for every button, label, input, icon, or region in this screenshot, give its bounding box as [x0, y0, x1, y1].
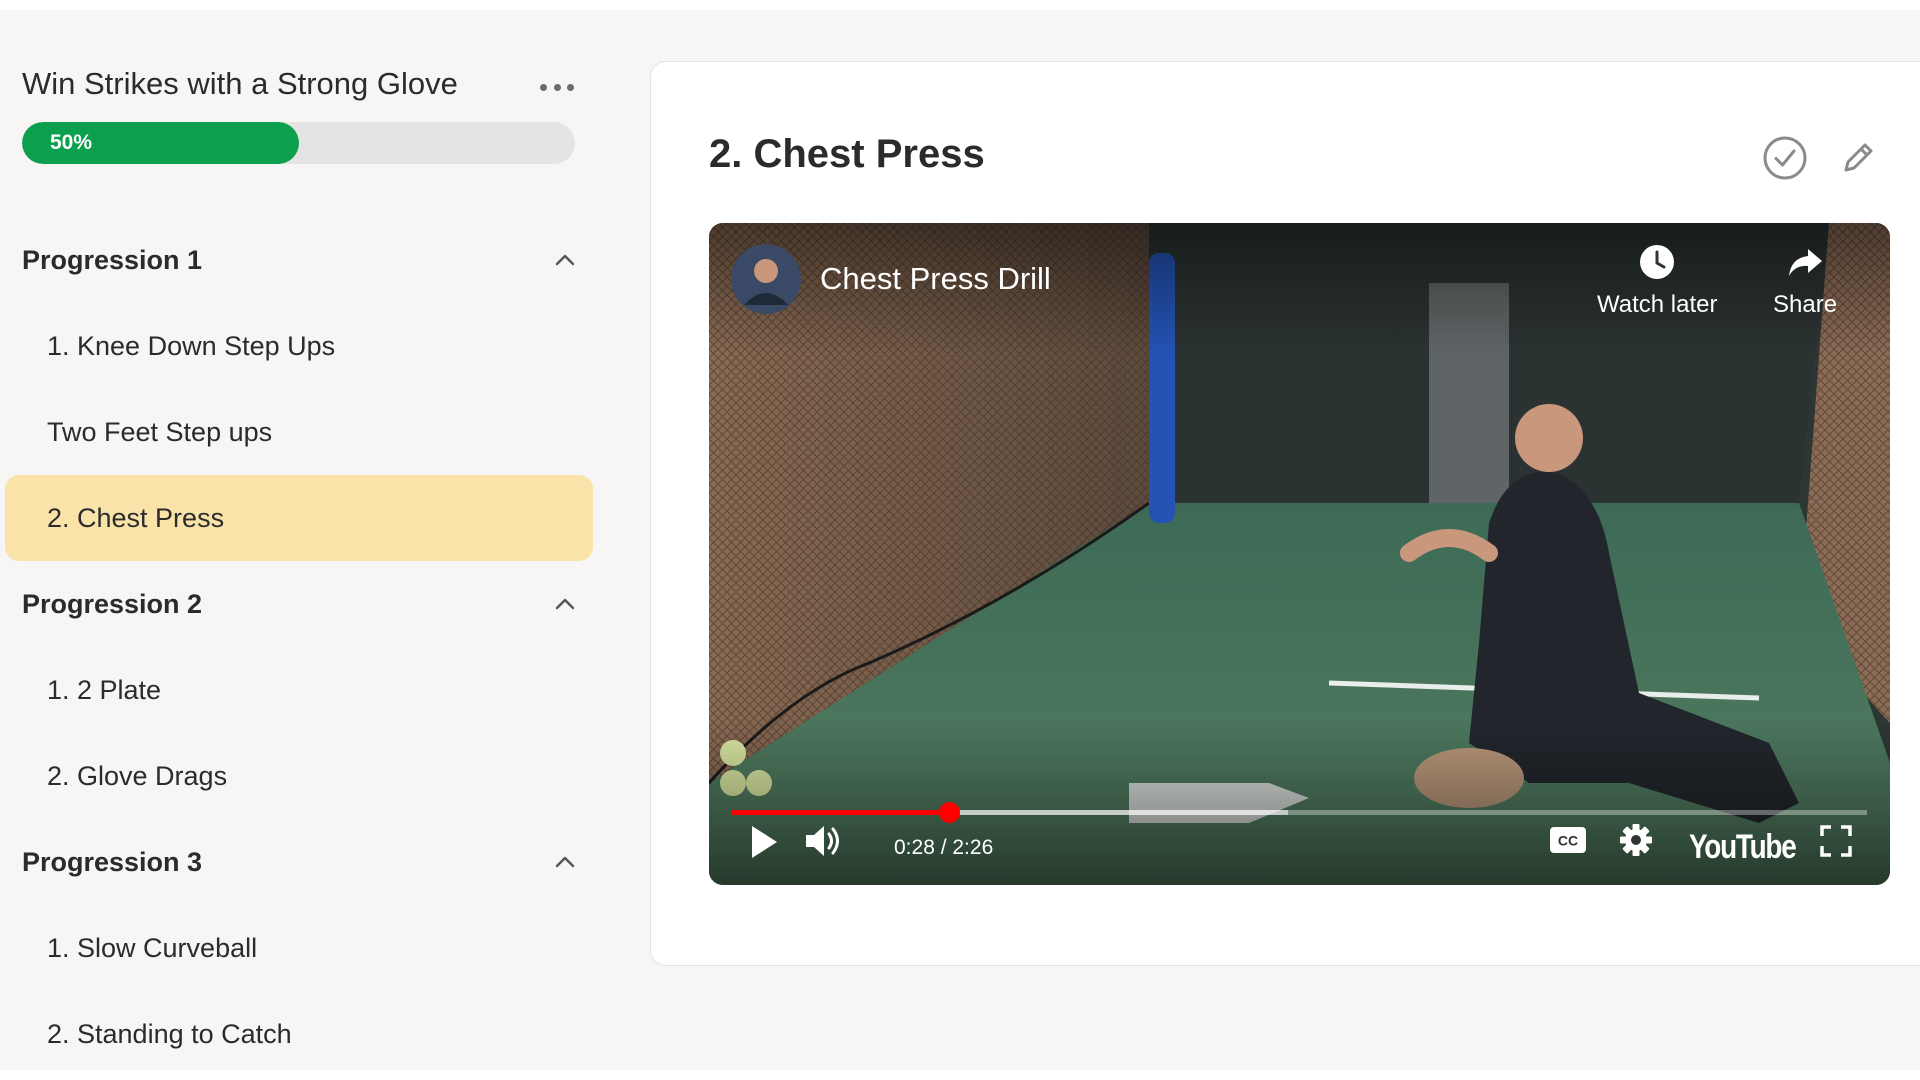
clock-icon [1640, 245, 1675, 279]
lesson-item[interactable]: 1. Knee Down Step Ups [5, 303, 593, 389]
video-frame [709, 223, 1890, 885]
course-progress-fill: 50% [22, 122, 299, 164]
course-sidebar: Win Strikes with a Strong Glove 50% Prog… [0, 10, 600, 1070]
course-progress-label: 50% [50, 131, 93, 154]
section-title: Progression 2 [22, 588, 203, 619]
closed-captions-icon[interactable]: CC [1549, 826, 1587, 854]
lesson-item[interactable]: 1. 2 Plate [5, 647, 593, 733]
watch-later-label: Watch later [1597, 291, 1718, 318]
share-label: Share [1773, 291, 1838, 318]
course-title: Win Strikes with a Strong Glove [22, 66, 458, 101]
video-progress-bar[interactable] [731, 802, 1867, 823]
lesson-title: 2. Chest Press [709, 132, 985, 176]
lesson-item-active[interactable]: 2. Chest Press [5, 475, 593, 561]
settings-gear-icon[interactable] [1619, 823, 1653, 857]
lesson-label: Two Feet Step ups [47, 416, 273, 447]
lesson-label: 1. 2 Plate [47, 674, 162, 705]
course-player: Win Strikes with a Strong Glove 50% Prog… [0, 10, 1920, 1070]
share-button[interactable]: Share [1773, 243, 1837, 319]
lesson-item[interactable]: 2. Standing to Catch [5, 991, 593, 1077]
scrub-handle[interactable] [939, 802, 961, 823]
section-title: Progression 3 [22, 846, 203, 877]
video-player[interactable]: Chest Press Drill Watch later Share 0:28… [709, 223, 1890, 885]
lesson-label: 1. Knee Down Step Ups [47, 330, 336, 361]
pencil-icon[interactable] [1836, 136, 1880, 180]
lesson-item[interactable]: Two Feet Step ups [5, 389, 593, 475]
chevron-up-icon[interactable] [553, 592, 577, 616]
section-header-progression-1[interactable]: Progression 1 [22, 240, 577, 280]
svg-text:CC: CC [1558, 833, 1578, 849]
video-time: 0:28 / 2:26 [894, 836, 994, 859]
lesson-panel: 2. Chest Press Chest Press Drill Watch l… [650, 61, 1920, 966]
lesson-label: 2. Glove Drags [47, 760, 228, 791]
lesson-label: 2. Standing to Catch [47, 1018, 292, 1049]
play-icon[interactable] [749, 824, 779, 860]
lesson-label: 2. Chest Press [47, 502, 225, 533]
section-title: Progression 1 [22, 244, 203, 275]
lesson-item[interactable]: 1. Slow Curveball [5, 905, 593, 991]
course-progress-bar: 50% [22, 122, 575, 164]
section-header-progression-2[interactable]: Progression 2 [22, 584, 577, 624]
lesson-item[interactable]: 2. Glove Drags [5, 733, 593, 819]
section-header-progression-3[interactable]: Progression 3 [22, 842, 577, 882]
video-title[interactable]: Chest Press Drill [820, 261, 1051, 297]
chevron-up-icon[interactable] [553, 248, 577, 272]
chevron-up-icon[interactable] [553, 850, 577, 874]
lesson-label: 1. Slow Curveball [47, 932, 258, 963]
played-bar [731, 810, 950, 815]
share-arrow-icon [1789, 249, 1823, 276]
watch-later-button[interactable]: Watch later [1597, 243, 1717, 319]
fullscreen-icon[interactable] [1820, 825, 1852, 857]
check-circle-icon[interactable] [1761, 134, 1809, 182]
more-options-icon[interactable] [540, 76, 574, 98]
channel-avatar[interactable] [730, 243, 802, 315]
volume-icon[interactable] [804, 821, 842, 861]
youtube-logo[interactable]: YouTube [1689, 828, 1797, 867]
